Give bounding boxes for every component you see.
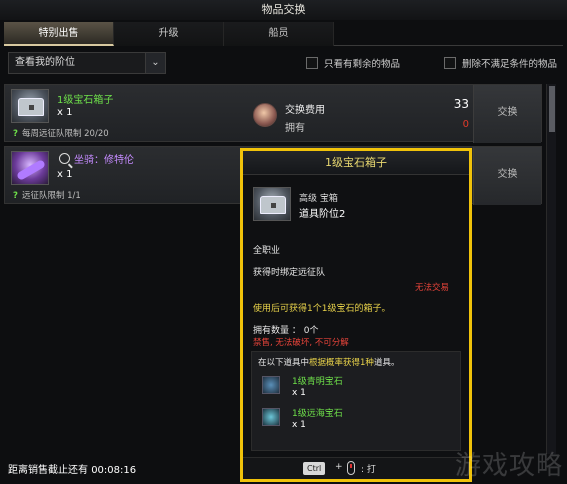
coin-icon: [253, 103, 277, 127]
filter-bar: 查看我的阶位 ⌄ 只看有剩余的物品 删除不满足条件的物品: [4, 52, 563, 76]
reward-pool: 在以下道具中根据概率获得1种道具。 1级青明宝石 x 1 1级远海宝石 x 1: [251, 351, 461, 451]
item-name: 1级宝石箱子: [57, 95, 114, 106]
exchange-cost: 交换费用 拥有 33 0: [251, 93, 473, 139]
exchange-button[interactable]: 交换: [473, 85, 541, 143]
remaining-only-checkbox[interactable]: 只看有剩余的物品: [306, 56, 400, 70]
help-icon[interactable]: ?: [13, 191, 18, 201]
chevron-down-icon[interactable]: ⌄: [145, 53, 165, 73]
tab-crew[interactable]: 船员: [224, 22, 334, 46]
item-tooltip: 1级宝石箱子 高级 宝箱 道具阶位2 全职业 获得时绑定远征队 无法交易 使用后…: [240, 148, 472, 482]
tooltip-class-req: 全职业: [253, 246, 281, 256]
owned-label: 拥有: [285, 123, 305, 134]
search-icon[interactable]: [59, 153, 70, 164]
cost-label: 交换费用: [285, 105, 325, 116]
chest-icon: [253, 187, 291, 221]
tab-special-sale[interactable]: 特别出售: [4, 22, 114, 46]
watermark-logo: 游戏攻略: [454, 451, 563, 481]
reward-name: 1级青明宝石: [292, 377, 343, 387]
tab-upgrade[interactable]: 升级: [114, 22, 224, 46]
owned-value: 0: [462, 119, 469, 130]
reward-pool-header: 在以下道具中根据概率获得1种道具。: [258, 358, 400, 368]
reward-qty: x 1: [292, 420, 306, 430]
tab-bar: 特别出售 升级 船员: [4, 22, 563, 46]
item-quantity: x 1: [57, 169, 73, 180]
exchange-button[interactable]: 交换: [473, 147, 541, 205]
reward-qty: x 1: [292, 388, 306, 398]
scrollbar-thumb[interactable]: [549, 86, 555, 132]
gem-icon: [262, 376, 280, 394]
window-title: 物品交换: [0, 0, 567, 20]
item-limit: ? 远征队限制 1/1: [13, 191, 81, 201]
gem-icon: [262, 408, 280, 426]
footer-action: : 打: [361, 465, 376, 475]
mouse-right-click-icon: [347, 461, 355, 475]
help-icon[interactable]: ?: [13, 129, 18, 139]
timer-value: 00:08:16: [91, 465, 137, 476]
tooltip-title: 1级宝石箱子: [243, 151, 469, 175]
list-item[interactable]: 1级宝石箱子 x 1 ? 每周远征队限制 20/20 交换费用 拥有 33 0 交…: [4, 84, 542, 143]
chest-icon[interactable]: [11, 89, 49, 123]
tier-dropdown[interactable]: 查看我的阶位 ⌄: [8, 52, 166, 74]
cost-value: 33: [453, 97, 469, 111]
item-limit: ? 每周远征队限制 20/20: [13, 129, 109, 139]
item-name: 坐骑：修特伦: [59, 151, 134, 166]
ctrl-key-icon: Ctrl: [303, 462, 326, 475]
scrollbar[interactable]: [546, 84, 556, 454]
item-quantity: x 1: [57, 107, 73, 118]
mount-icon[interactable]: [11, 151, 49, 185]
reward-name: 1级远海宝石: [292, 409, 343, 419]
timer-label: 距离销售截止还有: [8, 465, 88, 476]
checkbox-box[interactable]: [306, 57, 318, 69]
sale-timer: 距离销售截止还有 00:08:16: [8, 461, 136, 476]
hide-unmet-checkbox[interactable]: 删除不满足条件的物品: [444, 56, 557, 70]
tooltip-trade: 无法交易: [415, 283, 450, 293]
checkbox-label: 删除不满足条件的物品: [462, 59, 558, 70]
tooltip-bind: 获得时绑定远征队: [253, 268, 326, 278]
tooltip-tier: 道具阶位2: [299, 209, 346, 220]
tooltip-owned: 拥有数量 ： 0个: [253, 326, 319, 336]
checkbox-label: 只看有剩余的物品: [324, 59, 401, 70]
tooltip-restrictions: 禁售, 无法破坏, 不可分解: [253, 338, 349, 348]
checkbox-box[interactable]: [444, 57, 456, 69]
tier-dropdown-value: 查看我的阶位: [15, 57, 75, 68]
tooltip-footer: Ctrl + : 打: [243, 457, 469, 479]
tooltip-grade: 高级 宝箱: [299, 194, 338, 204]
tooltip-description: 使用后可获得1个1级宝石的箱子。: [253, 304, 391, 314]
plus-sign: +: [335, 462, 343, 472]
